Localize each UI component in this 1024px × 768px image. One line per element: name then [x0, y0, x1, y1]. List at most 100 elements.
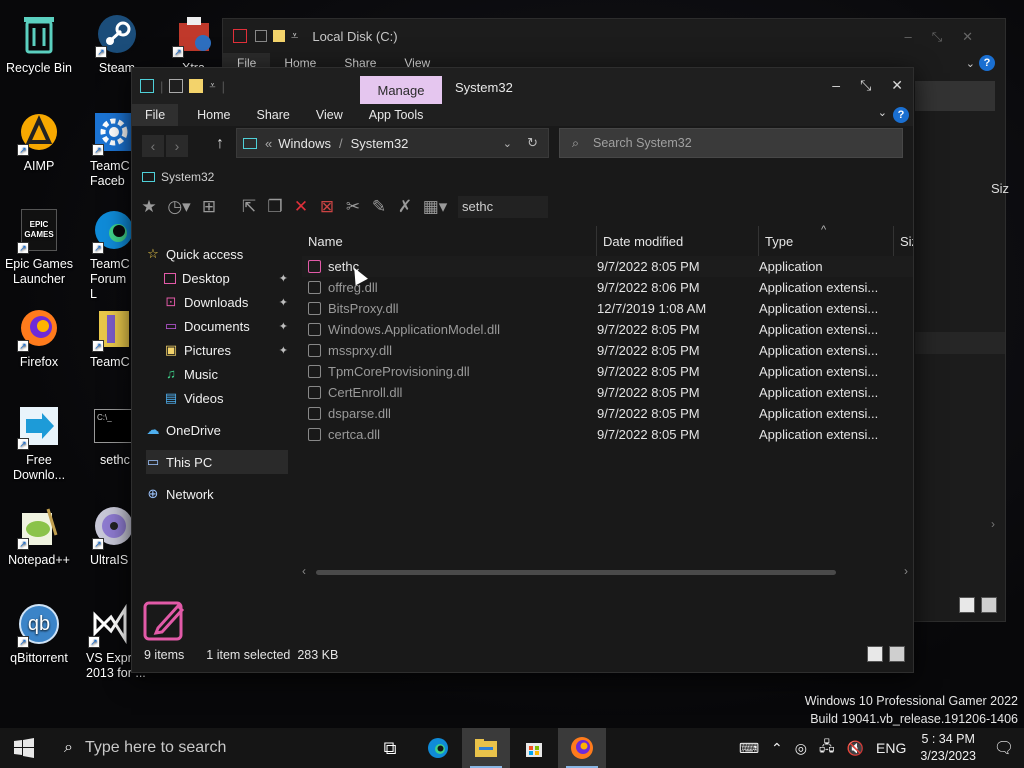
- desktop-icon-free-download[interactable]: ↗ Free Downlo...: [2, 402, 76, 483]
- nav-item-videos[interactable]: ▤ Videos: [146, 386, 288, 410]
- nav-item-desktop[interactable]: Desktop ✦: [146, 266, 288, 290]
- scrollbar-thumb[interactable]: [316, 570, 836, 575]
- address-overflow[interactable]: «: [265, 136, 272, 151]
- desktop-icon-aimp[interactable]: ↗ AIMP: [2, 108, 76, 174]
- column-header-size[interactable]: Siz: [894, 226, 913, 256]
- bg-tiles-view-icon[interactable]: [981, 597, 997, 613]
- keyboard-icon[interactable]: ⌨: [733, 740, 765, 757]
- file-row[interactable]: CertEnroll.dll 9/7/2022 8:05 PM Applicat…: [302, 382, 913, 403]
- scroll-left-icon[interactable]: ‹: [302, 564, 306, 578]
- properties-icon[interactable]: [169, 79, 184, 93]
- file-row[interactable]: mssprxy.dll 9/7/2022 8:05 PM Application…: [302, 340, 913, 361]
- nav-item-network[interactable]: ⊕ Network: [146, 482, 288, 506]
- taskbar-search-input[interactable]: ⌕ Type here to search: [48, 728, 366, 768]
- refresh-icon[interactable]: ↻: [527, 135, 538, 151]
- file-row[interactable]: offreg.dll 9/7/2022 8:06 PM Application …: [302, 277, 913, 298]
- pin-icon[interactable]: ✦: [279, 344, 288, 357]
- file-row[interactable]: Windows.ApplicationModel.dll 9/7/2022 8:…: [302, 319, 913, 340]
- clock[interactable]: 5 : 34 PM 3/23/2023: [912, 731, 984, 765]
- pin-icon[interactable]: ✦: [279, 296, 288, 309]
- tab-share[interactable]: Share: [244, 104, 303, 126]
- pin-icon[interactable]: ✦: [279, 320, 288, 333]
- task-view-button[interactable]: ⧉: [366, 728, 414, 768]
- help-icon[interactable]: ?: [893, 107, 909, 123]
- bg-titlebar[interactable]: ⩡ Local Disk (C:) –⤡✕: [223, 19, 1005, 53]
- up-arrow-icon[interactable]: ↑: [216, 135, 224, 153]
- delete-icon[interactable]: ✕: [288, 194, 314, 220]
- unselect-icon[interactable]: ✗: [392, 194, 418, 220]
- taskbar-file-explorer[interactable]: [462, 728, 510, 768]
- address-dropdown-icon[interactable]: ⌄: [503, 137, 512, 150]
- desktop-icon-epic-games[interactable]: EPIC GAMES ↗ Epic Games Launcher: [2, 206, 76, 287]
- notification-icon[interactable]: 🗨: [984, 738, 1024, 758]
- column-header-name[interactable]: Name: [302, 226, 597, 256]
- minimize-icon[interactable]: –: [832, 77, 840, 94]
- address-segment-windows[interactable]: Windows: [278, 136, 331, 151]
- nav-item-onedrive[interactable]: ☁ OneDrive: [146, 418, 288, 442]
- layout-dropdown-icon[interactable]: ▦▾: [418, 194, 452, 220]
- search-input[interactable]: ⌕ Search System32: [559, 128, 903, 158]
- address-segment-system32[interactable]: System32: [351, 136, 409, 151]
- favorite-star-icon[interactable]: ★: [136, 194, 162, 220]
- restore-icon[interactable]: ⤡: [860, 77, 871, 94]
- bg-scroll-right-icon[interactable]: ›: [991, 517, 995, 531]
- forward-arrow-icon[interactable]: ›: [166, 135, 188, 157]
- desktop-icon-recycle-bin[interactable]: Recycle Bin: [2, 10, 76, 76]
- column-header-date[interactable]: Date modified: [597, 226, 759, 256]
- file-row[interactable]: BitsProxy.dll 12/7/2019 1:08 AM Applicat…: [302, 298, 913, 319]
- nav-item-documents[interactable]: ▭ Documents ✦: [146, 314, 288, 338]
- delete-permanently-icon[interactable]: ⊠: [314, 194, 340, 220]
- file-row[interactable]: TpmCoreProvisioning.dll 9/7/2022 8:05 PM…: [302, 361, 913, 382]
- tab-app-tools[interactable]: App Tools: [356, 104, 437, 126]
- desktop-icon-qbittorrent[interactable]: qb ↗ qBittorrent: [2, 600, 76, 666]
- network-status-icon[interactable]: 🖧: [813, 736, 841, 760]
- qa-dropdown-icon[interactable]: ⩡: [291, 28, 298, 44]
- language-indicator[interactable]: ENG: [870, 740, 912, 756]
- cut-icon[interactable]: ✂: [340, 194, 366, 220]
- file-row[interactable]: certca.dll 9/7/2022 8:05 PM Application …: [302, 424, 913, 445]
- file-row[interactable]: dsparse.dll 9/7/2022 8:05 PM Application…: [302, 403, 913, 424]
- qa-dropdown-icon[interactable]: ⩡: [209, 80, 215, 93]
- bg-details-view-icon[interactable]: [959, 597, 975, 613]
- scroll-right-icon[interactable]: ›: [904, 564, 908, 578]
- details-view-icon[interactable]: [867, 646, 883, 662]
- tab-home[interactable]: Home: [184, 104, 243, 126]
- desktop-icon-notepadpp[interactable]: ↗ Notepad++: [2, 502, 76, 568]
- taskbar-store[interactable]: [510, 728, 558, 768]
- horizontal-scrollbar[interactable]: ‹ ›: [302, 564, 908, 580]
- rename-icon[interactable]: ✎: [366, 194, 392, 220]
- taskbar-edge[interactable]: [414, 728, 462, 768]
- nav-item-quick-access[interactable]: ☆ Quick access: [146, 242, 288, 266]
- chevron-up-icon[interactable]: ⌃: [765, 740, 789, 757]
- tab-manage[interactable]: Manage: [360, 76, 442, 104]
- new-folder-icon[interactable]: [189, 79, 204, 93]
- address-bar[interactable]: « Windows / System32 ⌄ ↻: [236, 128, 549, 158]
- titlebar[interactable]: | ⩡ | Manage System32 – ⤡ ✕: [132, 68, 913, 104]
- bg-window-controls[interactable]: –⤡✕: [904, 29, 993, 45]
- file-row-sethc[interactable]: sethc 9/7/2022 8:05 PM Application: [302, 256, 913, 277]
- breadcrumb-label[interactable]: System32: [161, 170, 214, 184]
- column-header-type[interactable]: Type: [759, 226, 894, 256]
- pin-icon[interactable]: ✦: [279, 272, 288, 285]
- start-button[interactable]: [0, 728, 48, 768]
- desktop-icon-firefox[interactable]: ↗ Firefox: [2, 304, 76, 370]
- new-folder-icon[interactable]: [273, 30, 285, 42]
- ribbon-expand-chevron-icon[interactable]: ⌄: [878, 106, 887, 119]
- nav-item-pictures[interactable]: ▣ Pictures ✦: [146, 338, 288, 362]
- history-dropdown-icon[interactable]: ◷▾: [162, 194, 196, 220]
- tab-file[interactable]: File: [132, 104, 179, 126]
- back-arrow-icon[interactable]: ‹: [142, 135, 164, 157]
- explorer-window[interactable]: | ⩡ | Manage System32 – ⤡ ✕ File Home Sh…: [131, 67, 914, 673]
- move-to-icon[interactable]: ⇱: [236, 194, 262, 220]
- tab-view[interactable]: View: [303, 104, 356, 126]
- properties-icon[interactable]: [255, 30, 267, 42]
- nav-item-downloads[interactable]: ⊡ Downloads ✦: [146, 290, 288, 314]
- nav-item-music[interactable]: ♫ Music: [146, 362, 288, 386]
- copy-to-icon[interactable]: ❐: [262, 194, 288, 220]
- filter-input[interactable]: sethc: [458, 196, 548, 218]
- bg-help-icon[interactable]: ?: [979, 55, 995, 71]
- bg-searchbar[interactable]: [915, 81, 995, 111]
- close-icon[interactable]: ✕: [891, 77, 903, 94]
- large-icons-view-icon[interactable]: [889, 646, 905, 662]
- nav-item-this-pc[interactable]: ▭ This PC: [146, 450, 288, 474]
